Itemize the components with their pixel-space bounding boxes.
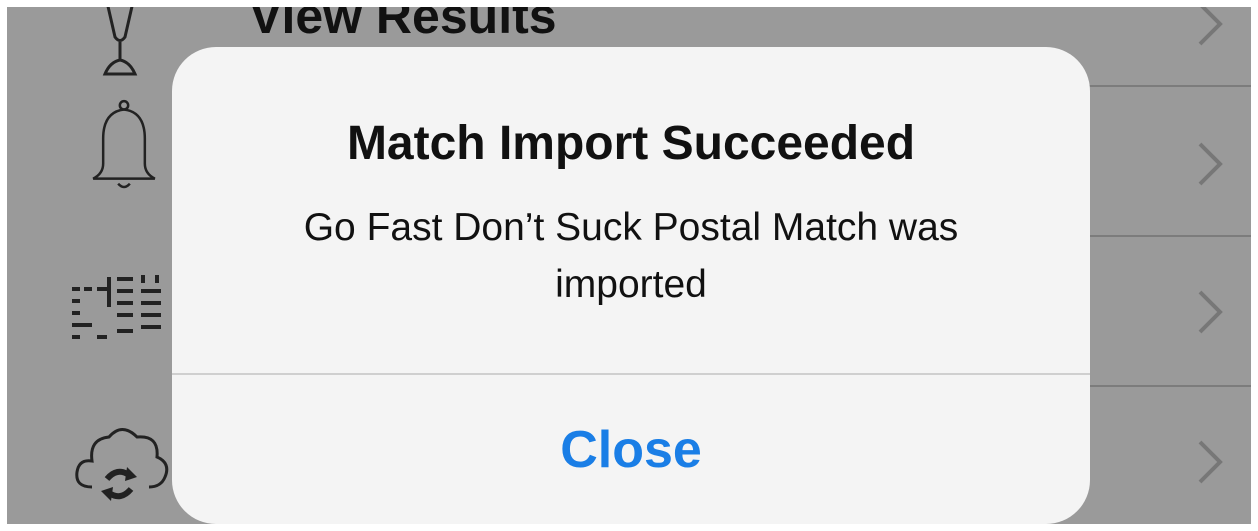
chevron-right-icon [1198, 290, 1223, 334]
close-button[interactable]: Close [172, 375, 1090, 524]
cloud-sync-icon [75, 428, 169, 501]
app-screen: View Results Match Import Succeeded Go F… [7, 7, 1251, 524]
alert-title: Match Import Succeeded [346, 117, 916, 170]
bell-icon [92, 99, 156, 189]
alert-message: Go Fast Don’t Suck Postal Match was impo… [303, 206, 959, 306]
alert-dialog: Match Import Succeeded Go Fast Don’t Suc… [172, 47, 1090, 524]
chevron-right-icon [1198, 7, 1223, 46]
chevron-right-icon [1198, 142, 1223, 186]
menu-item-label: View Results [249, 7, 557, 44]
trophy-icon [102, 7, 138, 76]
scoreboard-icon [72, 275, 161, 339]
chevron-right-icon [1198, 440, 1223, 484]
